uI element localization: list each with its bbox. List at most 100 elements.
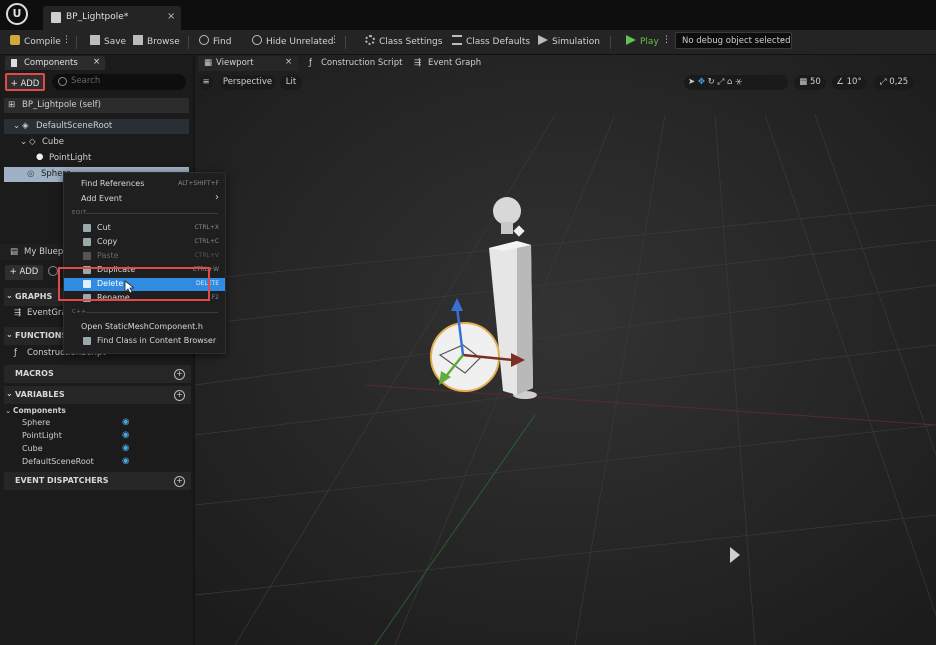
divider (76, 36, 77, 49)
grid-snap-button[interactable]: ▦ 50 (794, 75, 826, 90)
compile-button[interactable]: Compile (10, 35, 61, 47)
class-settings-label: Class Settings (379, 37, 443, 47)
move-tool-icon[interactable]: ✥ (698, 77, 705, 87)
scale-tool-icon[interactable]: ⤢ (717, 77, 724, 87)
compile-options-button[interactable]: ⋮ (62, 35, 71, 45)
menu-item-shortcut: CTRL+C (194, 238, 219, 245)
menu-item-add-event[interactable]: Add Event › (64, 192, 225, 206)
section-event-dispatchers[interactable]: EVENT DISPATCHERS + (4, 472, 191, 490)
section-macros[interactable]: MACROS + (4, 365, 191, 383)
tree-item-cube[interactable]: ⌄ ◇ Cube (4, 135, 189, 150)
menu-item-find-in-content-browser[interactable]: Find Class in Content Browser (64, 335, 225, 348)
menu-item-label: Paste (97, 251, 119, 260)
compile-label: Compile (24, 37, 61, 47)
viewport[interactable] (195, 55, 936, 645)
grid-snap-icon: ▦ (799, 77, 810, 87)
tree-item-defaultsceneroot[interactable]: ⌄ ◈ DefaultSceneRoot (4, 119, 189, 134)
component-search-input[interactable]: Search (52, 74, 186, 90)
object-reference-icon: ◉ (122, 456, 130, 466)
variables-components-group[interactable]: ⌄ Components (4, 405, 191, 417)
blueprint-icon (51, 12, 61, 23)
close-panel-icon[interactable]: × (93, 57, 100, 67)
debug-object-select[interactable]: No debug object selected ⌄ (675, 32, 792, 49)
rotation-snap-icon: ∠ (836, 77, 847, 87)
simulation-label: Simulation (552, 37, 600, 47)
variable-item[interactable]: Sphere ◉ (4, 417, 191, 430)
menu-item-find-references[interactable]: Find References ALT+SHIFT+F (64, 178, 225, 191)
section-variables[interactable]: ⌄ VARIABLES + (4, 386, 191, 404)
world-space-icon[interactable]: ⌂ (727, 77, 732, 87)
compile-icon (10, 35, 20, 45)
rotate-tool-icon[interactable]: ↻ (708, 77, 715, 87)
tree-item-pointlight[interactable]: ● PointLight (4, 151, 189, 166)
scale-snap-button[interactable]: ⤢ 0,25 (874, 75, 914, 90)
variable-item[interactable]: PointLight ◉ (4, 430, 191, 443)
viewport-tab-icon: ▦ (204, 58, 213, 68)
chevron-down-icon: ⌄ (6, 330, 13, 339)
tab-construction-script[interactable]: ƒ Construction Script (306, 56, 406, 71)
components-tab[interactable]: Components × (5, 56, 105, 70)
main-toolbar: Compile ⋮ Save Browse Find Hide Unrelate… (0, 30, 936, 55)
play-options-button[interactable]: ⋮ (662, 35, 671, 45)
menu-item-paste[interactable]: Paste CTRL+V (64, 250, 225, 263)
unreal-logo-icon[interactable]: U (6, 3, 28, 25)
variable-label: Cube (22, 444, 43, 453)
document-tab[interactable]: BP_Lightpole* × (43, 6, 181, 30)
menu-item-copy[interactable]: Copy CTRL+C (64, 236, 225, 249)
menu-item-label: Open StaticMeshComponent.h (81, 322, 203, 331)
chevron-down-icon: ⌄ (6, 389, 13, 398)
browse-button[interactable]: Browse (133, 35, 180, 47)
viewport-options-button[interactable]: ≡ (199, 75, 213, 90)
close-tab-icon[interactable]: × (285, 57, 292, 67)
divider (610, 36, 611, 49)
divider (345, 36, 346, 49)
add-variable-button[interactable]: + ADD (5, 265, 43, 280)
menu-item-cut[interactable]: Cut CTRL+X (64, 222, 225, 235)
cut-icon (83, 224, 91, 232)
transform-tools[interactable]: ➤ ✥ ↻ ⤢ ⌂ ⚹ (684, 75, 788, 90)
search-icon[interactable] (48, 266, 58, 276)
simulation-button[interactable]: Simulation (538, 35, 600, 47)
folder-icon (133, 35, 143, 45)
menu-item-open-header[interactable]: Open StaticMeshComponent.h (64, 321, 225, 334)
rotation-snap-value: 10° (846, 77, 862, 87)
variable-item[interactable]: DefaultSceneRoot ◉ (4, 456, 191, 469)
find-label: Find (213, 37, 232, 47)
surface-snap-icon[interactable]: ⚹ (735, 77, 742, 87)
tab-event-graph[interactable]: ⇶ Event Graph (412, 56, 512, 71)
menu-item-shortcut: F2 (211, 294, 219, 301)
add-variable-icon[interactable]: + (174, 390, 185, 401)
tab-event-graph-label: Event Graph (428, 58, 482, 68)
tab-viewport[interactable]: ▦ Viewport × (198, 56, 298, 71)
tree-item-label: Cube (42, 137, 64, 147)
add-macro-icon[interactable]: + (174, 369, 185, 380)
sliders-icon (452, 35, 462, 45)
function-icon: ƒ (14, 348, 17, 358)
save-button[interactable]: Save (90, 35, 126, 47)
class-defaults-button[interactable]: Class Defaults (452, 35, 530, 47)
menu-item-shortcut: CTRL+V (194, 252, 220, 259)
paste-icon (83, 252, 91, 260)
perspective-button[interactable]: Perspective (220, 75, 275, 90)
add-component-button[interactable]: + ADD (5, 73, 45, 91)
add-event-dispatcher-icon[interactable]: + (174, 476, 185, 487)
menu-item-label: Copy (97, 237, 118, 246)
lit-button[interactable]: Lit (280, 75, 302, 90)
scale-snap-value: 0,25 (889, 77, 909, 87)
variable-item[interactable]: Cube ◉ (4, 443, 191, 456)
function-icon: ƒ (309, 58, 312, 68)
hide-unrelated-button[interactable]: Hide Unrelated (252, 35, 334, 47)
self-row[interactable]: ⊞ BP_Lightpole (self) (4, 98, 189, 113)
close-tab-icon[interactable]: × (167, 11, 175, 22)
select-tool-icon[interactable]: ➤ (688, 77, 695, 87)
components-tab-icon (11, 59, 17, 67)
find-button[interactable]: Find (199, 35, 231, 47)
grid-snap-value: 50 (809, 77, 821, 87)
scale-snap-icon: ⤢ (879, 77, 890, 87)
play-button[interactable]: Play (626, 35, 659, 47)
my-blueprint-icon: ▤ (10, 247, 19, 257)
rotation-snap-button[interactable]: ∠ 10° (832, 75, 866, 90)
hide-unrelated-options-button[interactable]: ⋮ (330, 35, 339, 45)
folder-icon (83, 337, 91, 345)
class-settings-button[interactable]: Class Settings (365, 35, 442, 47)
